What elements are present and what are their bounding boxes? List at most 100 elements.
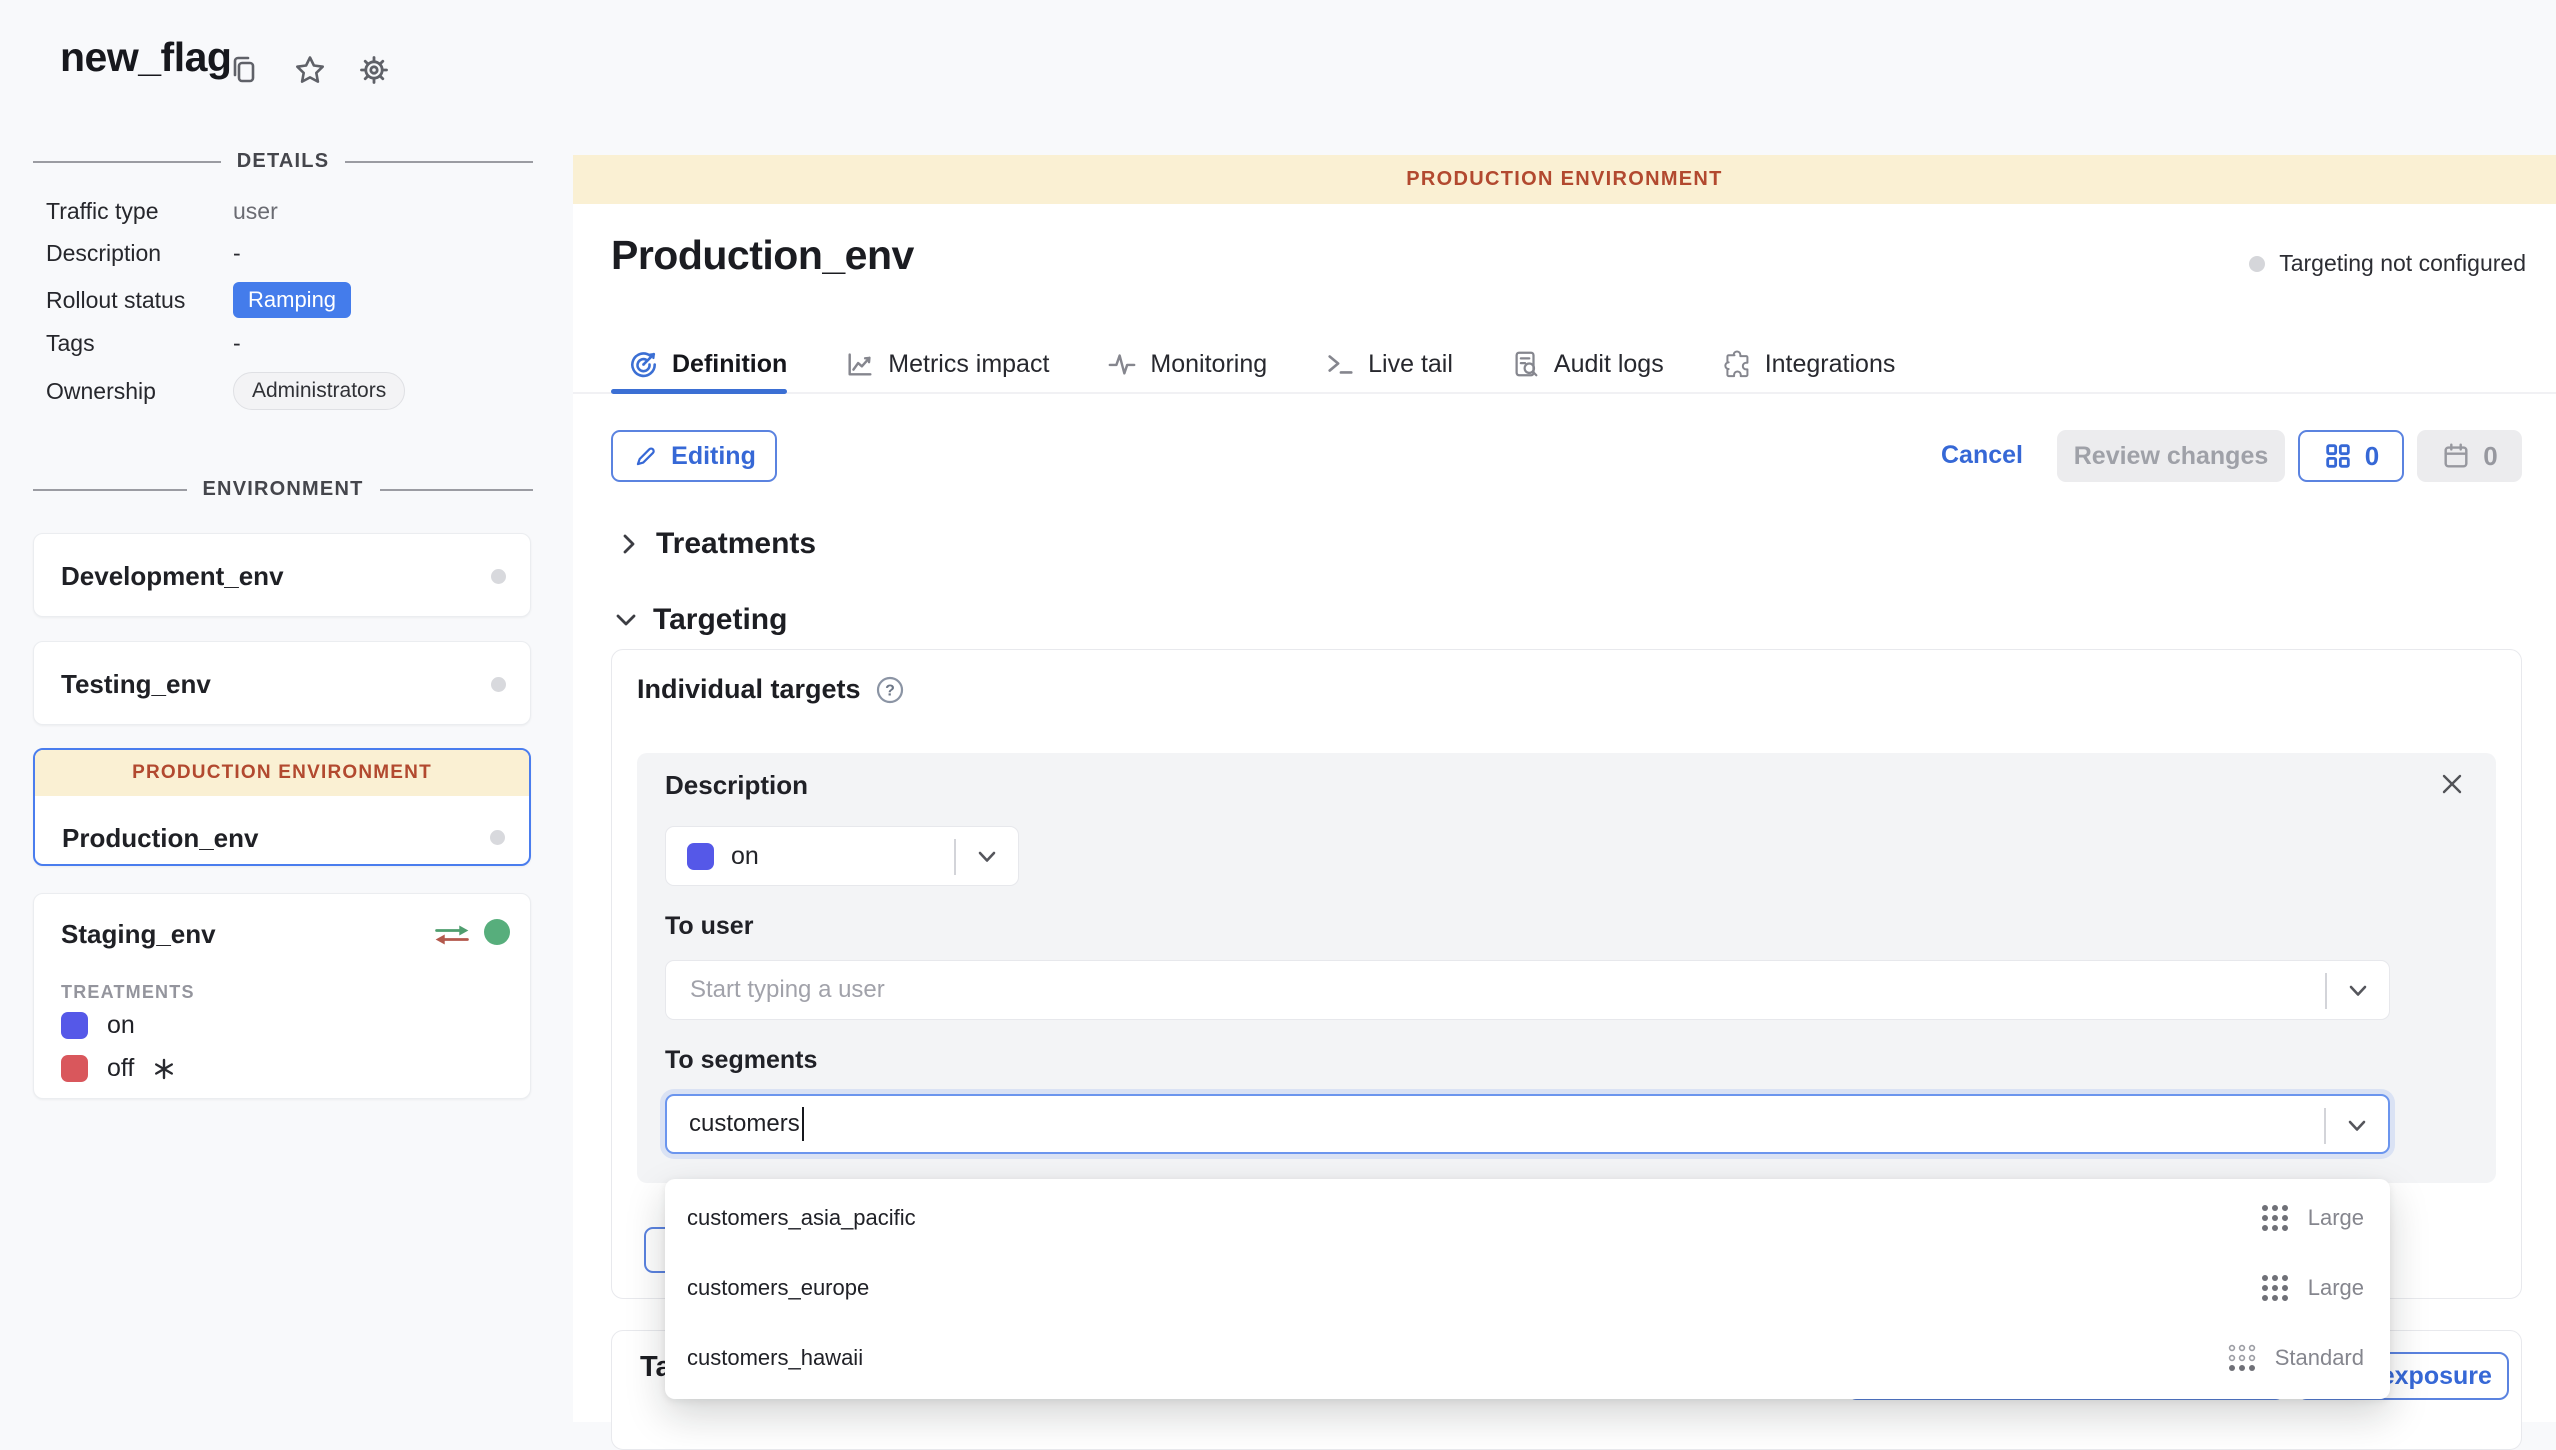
segment-standard-icon bbox=[2227, 1343, 2257, 1373]
tab-label: Definition bbox=[672, 350, 787, 379]
star-icon[interactable] bbox=[292, 52, 328, 88]
segment-name: customers_europe bbox=[687, 1275, 869, 1301]
default-treatment-asterisk-icon bbox=[153, 1058, 175, 1080]
detail-row-ownership: Ownership Administrators bbox=[46, 372, 533, 410]
pencil-icon bbox=[632, 443, 659, 470]
tab-monitoring[interactable]: Monitoring bbox=[1107, 349, 1267, 379]
segment-size: Large bbox=[2308, 1205, 2364, 1231]
env-active-dot bbox=[484, 919, 510, 945]
env-card-testing[interactable]: Testing_env bbox=[33, 641, 531, 725]
targeting-section-toggle[interactable]: Targeting bbox=[614, 603, 787, 637]
treatment-select[interactable]: on bbox=[665, 826, 1019, 886]
chevron-down-icon bbox=[974, 844, 1000, 870]
tab-label: Monitoring bbox=[1150, 350, 1267, 379]
segment-size: Large bbox=[2308, 1275, 2364, 1301]
user-search-input[interactable]: Start typing a user bbox=[665, 960, 2390, 1020]
env-name: Development_env bbox=[61, 561, 284, 592]
changes-count: 0 bbox=[2365, 441, 2379, 472]
copy-icon[interactable] bbox=[226, 52, 262, 88]
env-card-staging[interactable]: Staging_env TREATMENTS on off bbox=[33, 893, 531, 1099]
close-icon[interactable] bbox=[2438, 770, 2468, 800]
calendar-icon bbox=[2441, 441, 2471, 471]
tab-definition[interactable]: Definition bbox=[628, 349, 787, 380]
metrics-impact-icon bbox=[845, 349, 875, 379]
to-segments-label: To segments bbox=[665, 1046, 817, 1075]
segment-name: customers_hawaii bbox=[687, 1345, 863, 1371]
details-section-divider: DETAILS bbox=[33, 150, 533, 173]
segment-size: Standard bbox=[2275, 1345, 2364, 1371]
env-card-development[interactable]: Development_env bbox=[33, 533, 531, 617]
individual-targets-heading: Individual targets ? bbox=[637, 674, 904, 705]
env-card-production[interactable]: PRODUCTION ENVIRONMENT Production_env bbox=[33, 748, 531, 866]
editing-button[interactable]: Editing bbox=[611, 430, 777, 482]
targeting-heading: Targeting bbox=[653, 603, 787, 637]
cancel-link[interactable]: Cancel bbox=[1941, 441, 2023, 470]
text-caret bbox=[802, 1107, 804, 1141]
ownership-chip[interactable]: Administrators bbox=[233, 372, 405, 410]
treatments-section-toggle[interactable]: Treatments bbox=[617, 527, 816, 561]
definition-icon bbox=[628, 349, 659, 380]
changes-count-button[interactable]: 0 bbox=[2298, 430, 2404, 482]
detail-value: - bbox=[233, 240, 241, 267]
detail-label: Traffic type bbox=[46, 198, 233, 225]
treatment-row-off: off bbox=[61, 1054, 175, 1083]
treatment-name: off bbox=[107, 1054, 134, 1083]
user-input-placeholder: Start typing a user bbox=[690, 976, 885, 1004]
detail-value: - bbox=[233, 330, 241, 357]
treatments-heading: Treatments bbox=[656, 527, 816, 561]
select-divider bbox=[2324, 1108, 2326, 1144]
detail-value: user bbox=[233, 198, 278, 225]
detail-row-rollout-status: Rollout status Ramping bbox=[46, 282, 533, 318]
tab-integrations[interactable]: Integrations bbox=[1722, 349, 1896, 379]
environment-title: Production_env bbox=[611, 232, 914, 279]
tab-metrics-impact[interactable]: Metrics impact bbox=[845, 349, 1049, 379]
treatment-on-swatch bbox=[61, 1012, 88, 1039]
env-status-dot bbox=[490, 830, 505, 845]
targeting-status-text: Targeting not configured bbox=[2279, 250, 2526, 277]
env-name: Staging_env bbox=[61, 919, 216, 950]
detail-label: Rollout status bbox=[46, 287, 233, 314]
dropdown-item-segment[interactable]: customers_europe Large bbox=[665, 1253, 2390, 1323]
grid-icon bbox=[2323, 441, 2353, 471]
tab-live-tail[interactable]: Live tail bbox=[1325, 349, 1453, 379]
terminal-icon bbox=[1325, 349, 1355, 379]
segments-input-value: customers bbox=[689, 1110, 800, 1138]
individual-targets-title: Individual targets bbox=[637, 674, 861, 705]
status-badge: Ramping bbox=[233, 282, 351, 318]
description-label: Description bbox=[665, 770, 808, 801]
editing-label: Editing bbox=[671, 442, 756, 471]
pulse-icon bbox=[1107, 349, 1137, 379]
dropdown-item-segment[interactable]: customers_asia_pacific Large bbox=[665, 1183, 2390, 1253]
treatment-select-value: on bbox=[731, 842, 759, 871]
puzzle-icon bbox=[1722, 349, 1752, 379]
swap-arrows-icon bbox=[432, 922, 472, 948]
env-status-dot bbox=[491, 569, 506, 584]
tab-audit-logs[interactable]: Audit logs bbox=[1511, 349, 1664, 379]
select-divider bbox=[954, 839, 956, 875]
segment-name: customers_asia_pacific bbox=[687, 1205, 916, 1231]
review-changes-button[interactable]: Review changes bbox=[2057, 430, 2285, 482]
segments-search-input[interactable]: customers bbox=[665, 1094, 2390, 1154]
tab-label: Metrics impact bbox=[888, 350, 1049, 379]
env-name: Testing_env bbox=[61, 669, 211, 700]
dropdown-item-segment[interactable]: customers_hawaii Standard bbox=[665, 1323, 2390, 1393]
scheduled-count-button[interactable]: 0 bbox=[2417, 430, 2522, 482]
tab-label: Integrations bbox=[1765, 350, 1896, 379]
tab-label: Audit logs bbox=[1554, 350, 1664, 379]
env-status-dot bbox=[491, 677, 506, 692]
chevron-down-icon bbox=[2345, 978, 2371, 1004]
details-heading: DETAILS bbox=[237, 150, 329, 173]
segment-large-icon bbox=[2260, 1273, 2290, 1303]
gear-icon[interactable] bbox=[356, 52, 392, 88]
active-tab-underline bbox=[611, 389, 787, 394]
segment-large-icon bbox=[2260, 1203, 2290, 1233]
production-environment-band: PRODUCTION ENVIRONMENT bbox=[35, 750, 529, 796]
help-icon[interactable]: ? bbox=[876, 676, 904, 704]
treatment-row-on: on bbox=[61, 1011, 135, 1040]
treatment-on-swatch bbox=[687, 843, 714, 870]
segments-dropdown: customers_asia_pacific Large customers_e… bbox=[665, 1179, 2390, 1399]
select-divider bbox=[2325, 973, 2327, 1009]
treatment-off-swatch bbox=[61, 1055, 88, 1082]
treatment-name: on bbox=[107, 1011, 135, 1040]
tab-bar-border bbox=[573, 392, 2556, 394]
